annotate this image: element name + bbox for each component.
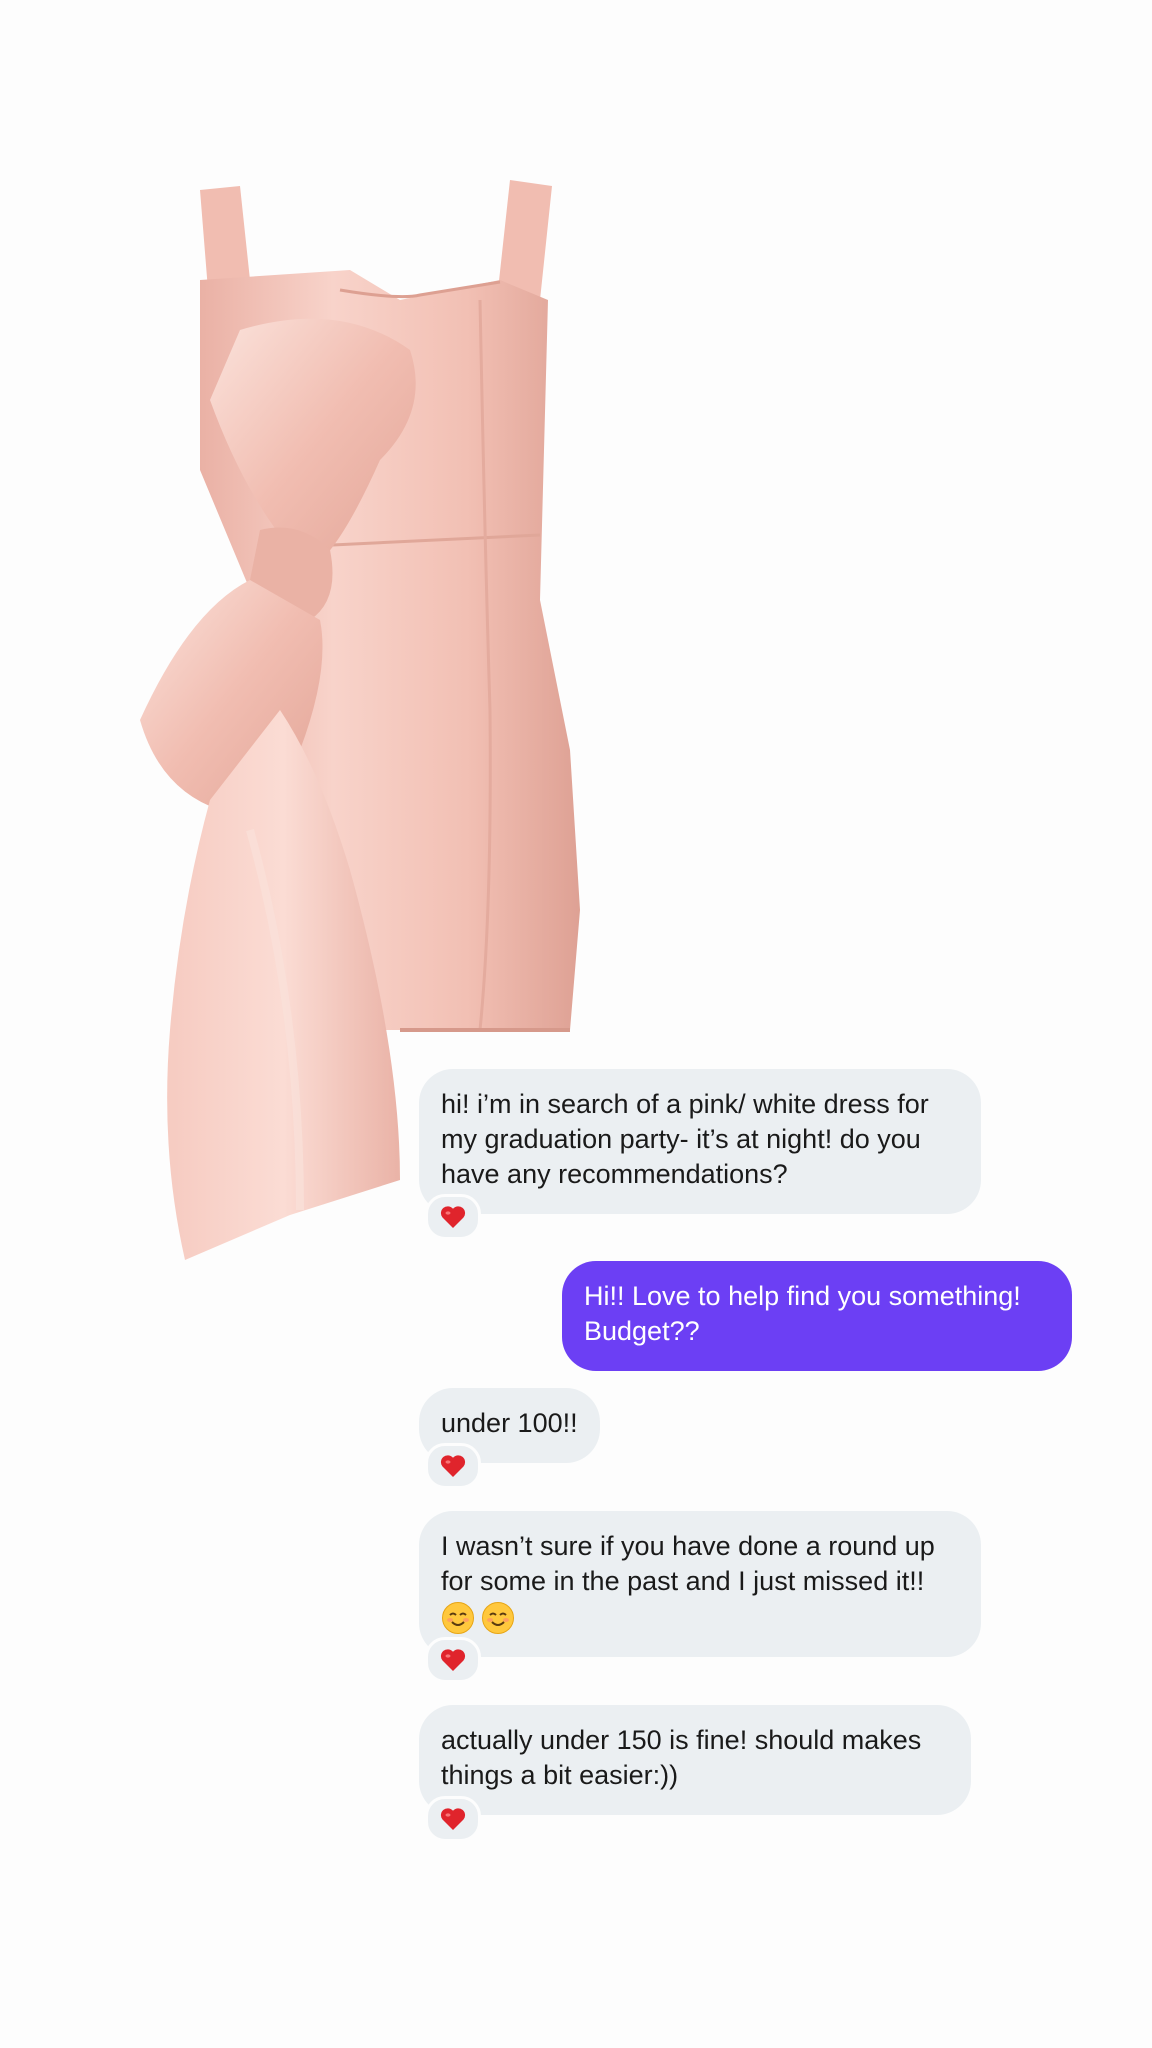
message-text: I wasn’t sure if you have done a round u… [441, 1531, 935, 1596]
message-bubble-received: I wasn’t sure if you have done a round u… [419, 1511, 981, 1657]
message-text: Hi!! Love to help find you something! Bu… [584, 1281, 1021, 1346]
message-bubble-received: actually under 150 is fine! should makes… [419, 1705, 971, 1815]
reaction-badge[interactable] [425, 1796, 481, 1842]
reaction-badge[interactable] [425, 1194, 481, 1240]
message-bubble-received: hi! i’m in search of a pink/ white dress… [419, 1069, 981, 1214]
message-text: under 100!! [441, 1408, 578, 1438]
red-heart-icon [440, 1206, 466, 1228]
smiling-face-icon [442, 1602, 474, 1634]
red-heart-icon [440, 1808, 466, 1830]
message-bubble-sent: Hi!! Love to help find you something! Bu… [562, 1261, 1072, 1371]
red-heart-icon [440, 1649, 466, 1671]
message-text: actually under 150 is fine! should makes… [441, 1725, 922, 1790]
emoji-row [441, 1601, 959, 1635]
message-text: hi! i’m in search of a pink/ white dress… [441, 1089, 929, 1189]
smiling-face-icon [482, 1602, 514, 1634]
red-heart-icon [440, 1455, 466, 1477]
reaction-badge[interactable] [425, 1637, 481, 1683]
story-canvas: hi! i’m in search of a pink/ white dress… [0, 0, 1152, 2048]
reaction-badge[interactable] [425, 1443, 481, 1489]
